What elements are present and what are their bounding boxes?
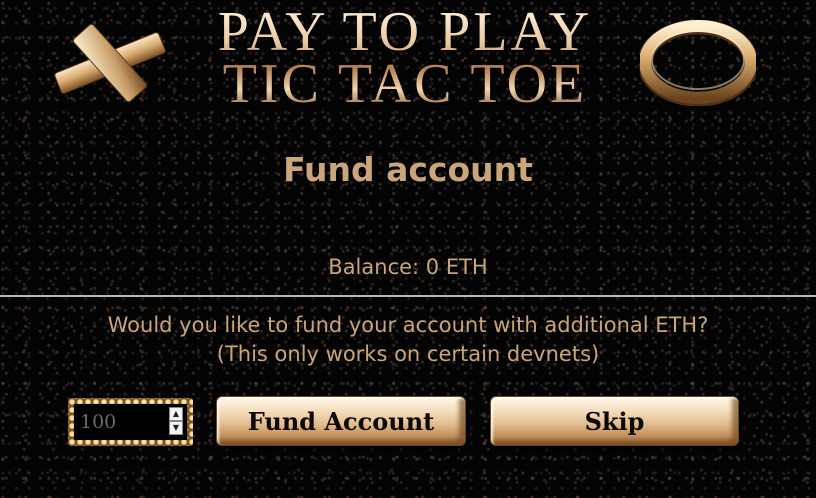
stepper-up-icon[interactable]: ▲ bbox=[169, 407, 183, 421]
fund-question-line-2: (This only works on certain devnets) bbox=[216, 342, 600, 366]
fund-account-heading: Fund account bbox=[283, 150, 533, 189]
title-line-2: TIC TAC TOE bbox=[222, 53, 588, 115]
divider bbox=[0, 295, 816, 297]
amount-input[interactable] bbox=[74, 404, 160, 440]
stepper-down-icon[interactable]: ▼ bbox=[169, 421, 183, 435]
title-line-1: PAY TO PLAY bbox=[217, 1, 593, 63]
amount-field-frame: ▲ ▼ bbox=[68, 398, 193, 446]
amount-stepper[interactable]: ▲ ▼ bbox=[169, 407, 183, 435]
gold-ring-icon bbox=[640, 20, 756, 106]
balance-label: Balance: 0 ETH bbox=[328, 255, 488, 279]
game-title: PAY TO PLAY TIC TAC TOE bbox=[170, 6, 640, 110]
skip-button[interactable]: Skip bbox=[490, 396, 739, 446]
gold-x-icon bbox=[54, 23, 166, 103]
amount-field: ▲ ▼ bbox=[74, 404, 187, 440]
fund-account-button[interactable]: Fund Account bbox=[216, 396, 466, 446]
fund-question: Would you like to fund your account with… bbox=[0, 311, 816, 369]
fund-question-line-1: Would you like to fund your account with… bbox=[107, 313, 709, 337]
